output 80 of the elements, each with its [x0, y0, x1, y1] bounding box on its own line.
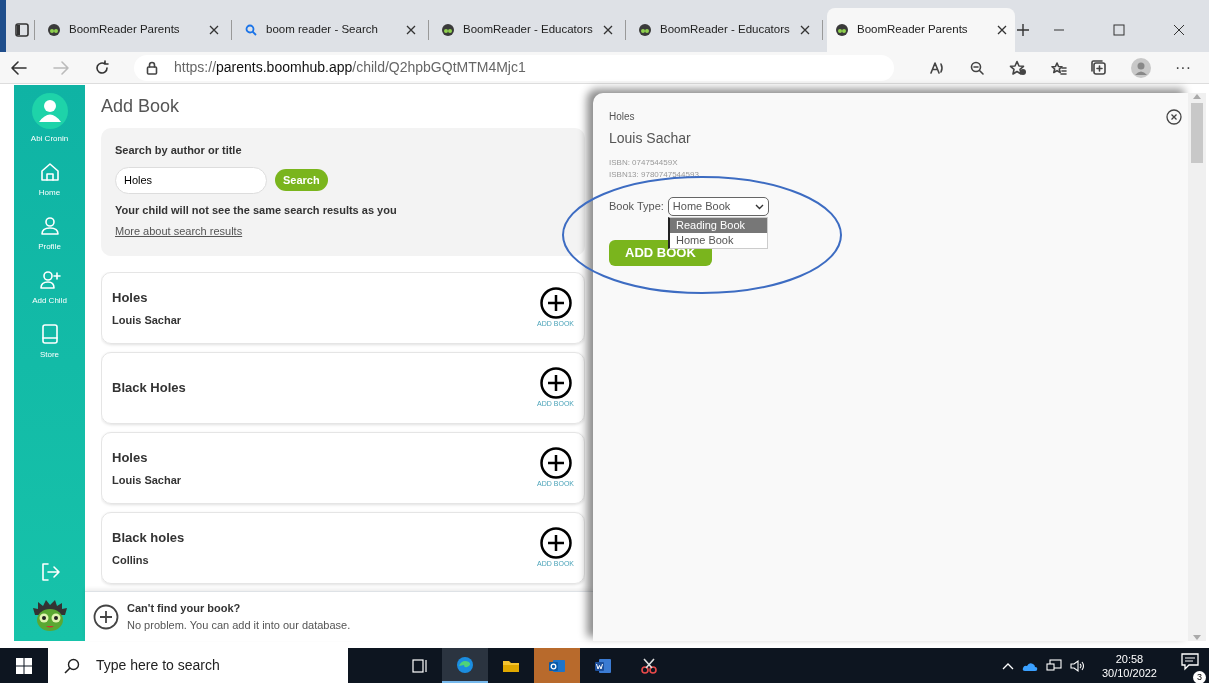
close-icon[interactable] — [603, 25, 613, 35]
book-author: Louis Sachar — [112, 472, 183, 488]
detail-author: Louis Sachar — [609, 129, 692, 148]
zoom-out-icon[interactable] — [969, 59, 985, 76]
monster-icon — [31, 599, 68, 633]
dropdown-option[interactable]: Reading Book — [670, 218, 767, 233]
search-icon — [64, 657, 80, 674]
search-note: Your child will not see the same search results as you — [115, 202, 398, 218]
refresh-icon[interactable] — [94, 59, 110, 76]
new-tab-icon[interactable] — [1015, 22, 1031, 38]
add-icon[interactable] — [539, 446, 572, 479]
book-title: Holes — [112, 289, 149, 307]
add-icon[interactable] — [539, 526, 572, 559]
close-icon[interactable] — [1166, 109, 1182, 125]
book-type-label: Book Type: — [609, 199, 664, 215]
book-title: Holes — [112, 449, 149, 467]
close-icon[interactable] — [406, 25, 416, 35]
monster-icon — [638, 23, 652, 37]
search-icon — [244, 23, 258, 37]
scrollbar-thumb[interactable] — [1191, 103, 1203, 163]
search-field[interactable]: Holes — [115, 166, 267, 194]
chevron-up-icon[interactable] — [1001, 661, 1014, 670]
close-icon[interactable] — [1173, 24, 1185, 36]
book-type-select[interactable]: Home Book — [667, 197, 769, 216]
avatar-icon[interactable] — [31, 93, 68, 129]
task-view-icon[interactable] — [410, 656, 428, 675]
chevron-down-icon — [754, 203, 764, 210]
collections-icon[interactable] — [1091, 59, 1107, 76]
taskbar-search-field[interactable]: Type here to search — [48, 648, 348, 683]
monster-icon — [47, 23, 61, 37]
clock-date[interactable]: 30/10/2022 — [1101, 665, 1157, 680]
search-label: Search by author or title — [115, 143, 243, 158]
back-icon[interactable] — [10, 59, 28, 76]
footer-text: No problem. You can add it into our database. — [127, 617, 351, 633]
notification-count: 3 — [1193, 671, 1206, 683]
add-icon[interactable] — [539, 286, 572, 319]
add-icon[interactable] — [93, 603, 119, 630]
windows-start-icon[interactable] — [16, 657, 32, 674]
lock-icon — [146, 60, 158, 75]
volume-icon[interactable] — [1069, 658, 1086, 673]
add-person-icon — [38, 269, 61, 291]
favorite-add-icon[interactable] — [1009, 59, 1027, 76]
isbn-text: ISBN: 074754459X — [609, 157, 679, 169]
browser-tab[interactable]: BoomReader Parents — [827, 8, 1015, 52]
document-app-icon[interactable] — [594, 656, 612, 675]
browser-tab[interactable]: boom reader - Search — [236, 8, 424, 52]
profile-avatar-icon[interactable] — [1131, 57, 1151, 78]
cloud-icon[interactable] — [1021, 660, 1038, 671]
more-menu[interactable]: ··· — [1175, 55, 1191, 80]
book-title: Black Holes — [112, 379, 187, 398]
book-author: Louis Sachar — [112, 312, 183, 328]
close-icon[interactable] — [997, 25, 1007, 35]
footer-title: Can't find your book? — [127, 601, 242, 616]
close-icon[interactable] — [209, 25, 219, 35]
monster-icon — [441, 23, 455, 37]
browser-tab[interactable]: BoomReader - Educators — [433, 8, 621, 52]
scrollbar[interactable] — [1188, 93, 1206, 641]
notifications-icon[interactable] — [1181, 653, 1201, 671]
network-icon[interactable] — [1045, 658, 1062, 673]
book-title: Black holes — [112, 529, 186, 547]
favorites-icon[interactable] — [1051, 59, 1067, 76]
isbn13-text: ISBN13: 9780747544593 — [609, 169, 700, 181]
read-aloud-icon[interactable] — [929, 59, 945, 76]
scissors-icon[interactable] — [640, 656, 658, 675]
monster-icon — [835, 23, 849, 37]
close-icon[interactable] — [800, 25, 810, 35]
sidebar-user-name: Abi Cronin — [30, 133, 69, 145]
browser-tab[interactable]: BoomReader Parents — [39, 8, 227, 52]
home-icon — [38, 161, 61, 183]
search-results-link[interactable]: More about search results — [115, 225, 243, 237]
maximize-icon[interactable] — [1113, 24, 1125, 36]
page-title: Add Book — [101, 95, 181, 118]
edge-browser-icon[interactable] — [456, 655, 474, 674]
add-icon[interactable] — [539, 366, 572, 399]
person-icon — [38, 215, 61, 237]
browser-tab[interactable]: BoomReader - Educators — [630, 8, 818, 52]
tab-actions-icon[interactable] — [14, 22, 30, 38]
clock-time[interactable]: 20:58 — [1115, 651, 1144, 666]
detail-title: Holes — [609, 110, 636, 124]
book-author: Collins — [112, 552, 150, 568]
